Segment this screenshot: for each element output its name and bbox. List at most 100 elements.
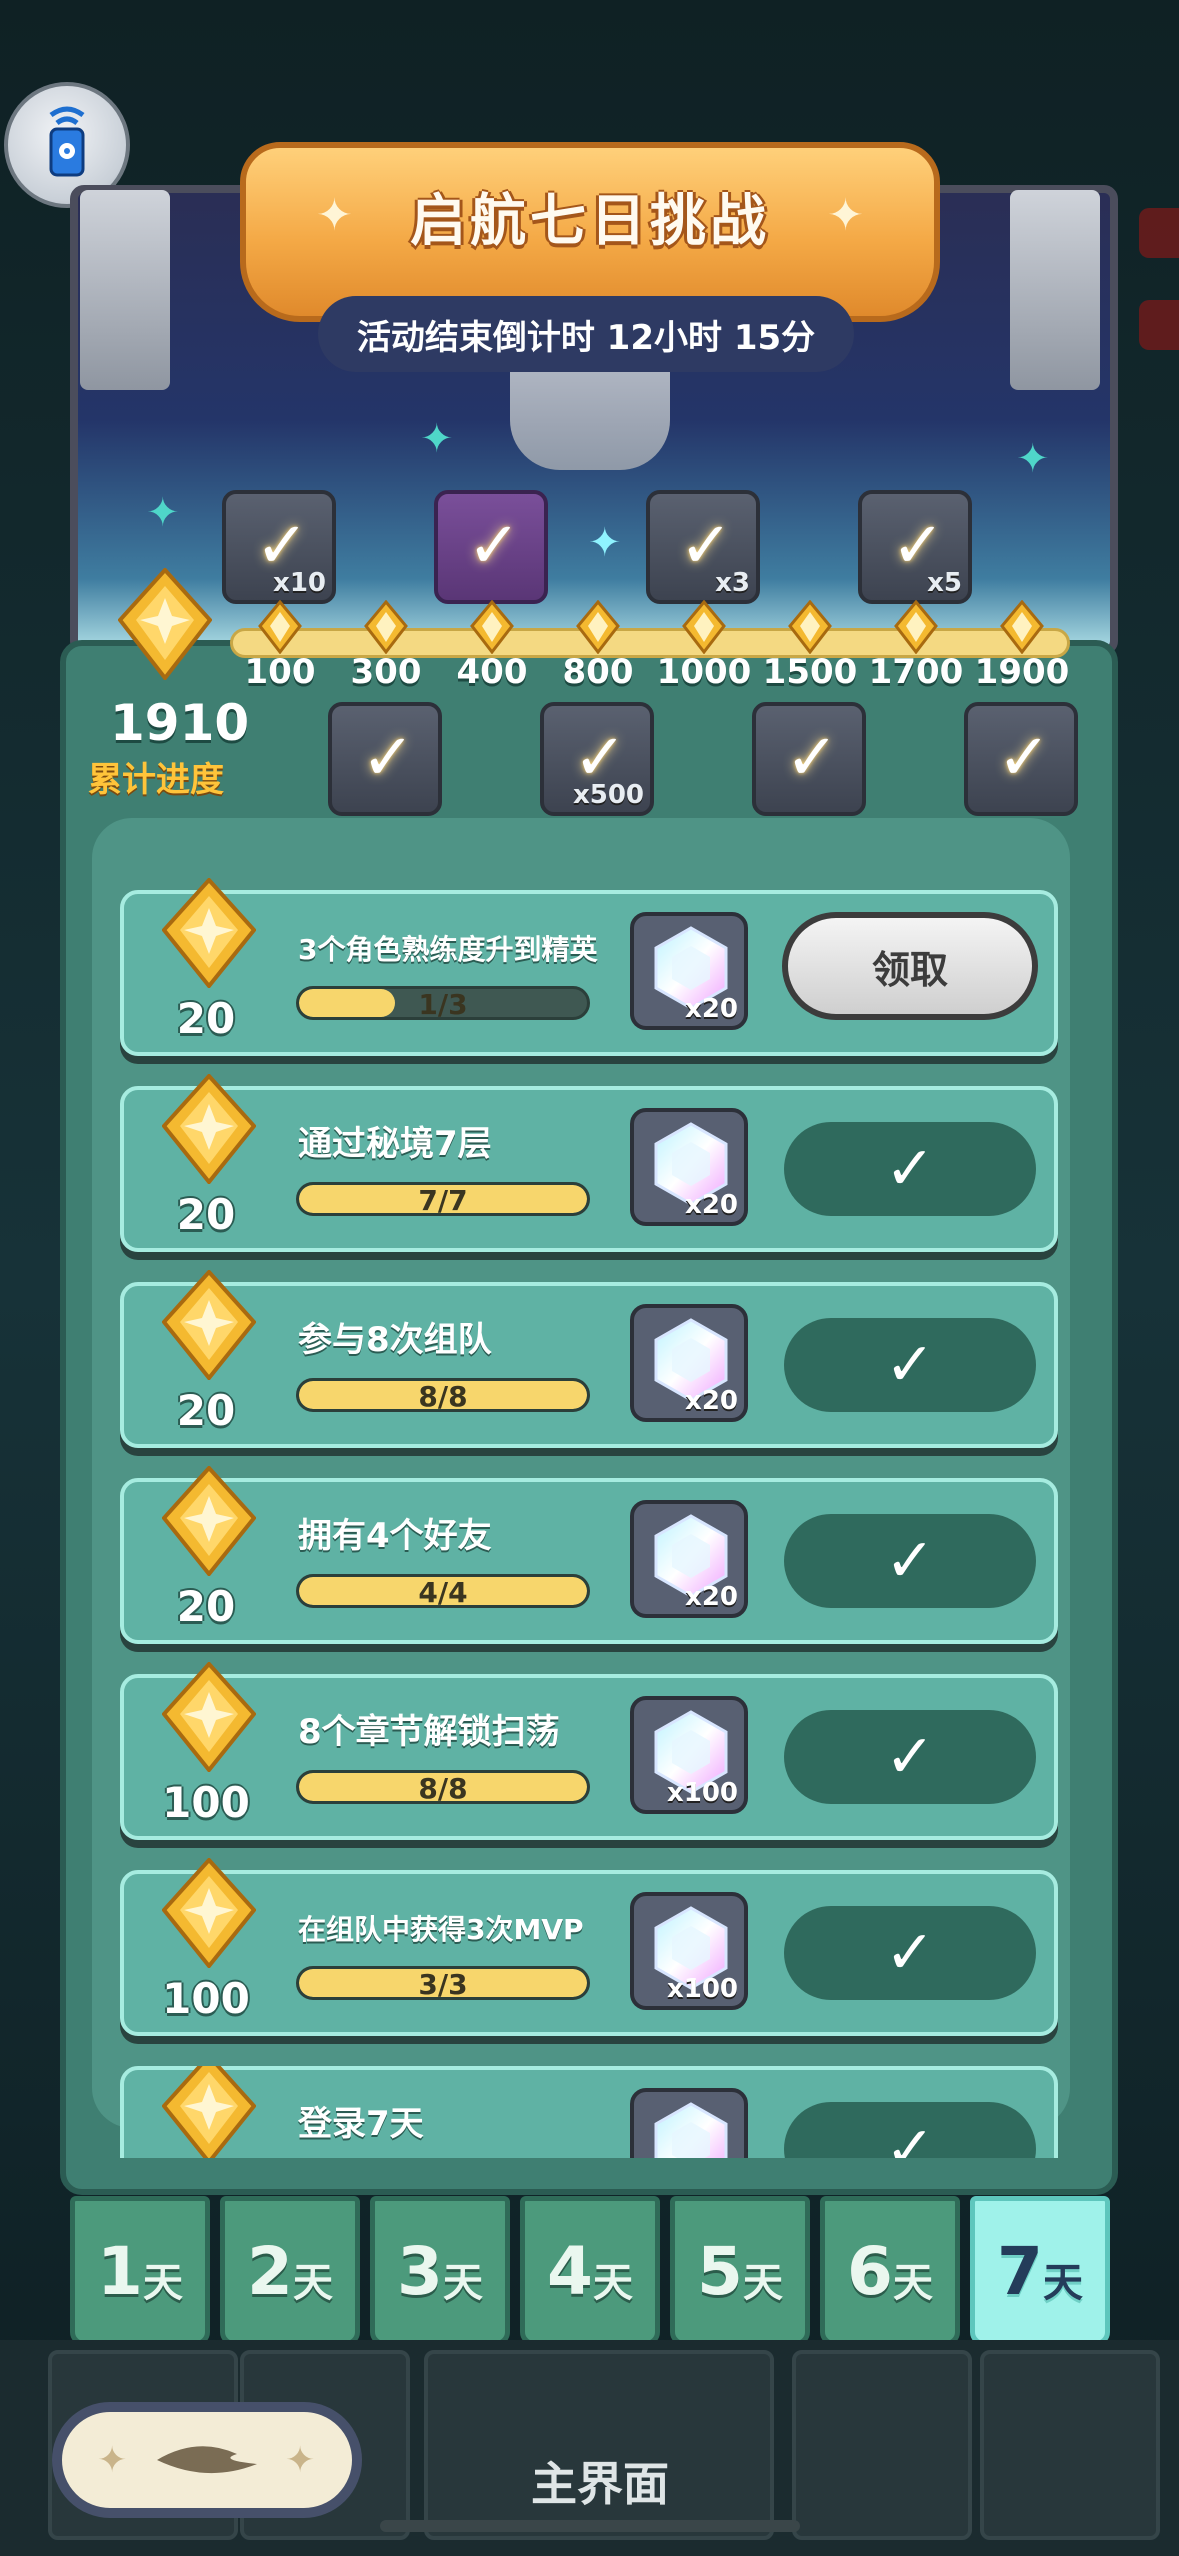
task-reward-item[interactable]: x20	[630, 1500, 748, 1618]
sparkle-icon: ✦	[420, 416, 454, 462]
completed-check-button: ✓	[784, 1906, 1036, 2000]
check-icon: ✓	[884, 1526, 936, 1596]
check-icon: ✓	[997, 721, 1051, 795]
task-description: 3个角色熟练度升到精英	[298, 933, 598, 966]
task-reward-item[interactable]: x100	[630, 1696, 748, 1814]
task-description: 登录7天	[298, 2104, 424, 2144]
sparkle-icon: ✦	[146, 490, 180, 536]
svg-text:✦: ✦	[97, 2440, 127, 2481]
milestone-gem-icon	[894, 600, 938, 654]
task-reward-item[interactable]: x20	[630, 1108, 748, 1226]
tab-day-5[interactable]: 5天	[670, 2196, 810, 2346]
points-gem-icon	[162, 878, 256, 988]
task-progress-bar: 4/4	[296, 1574, 590, 1608]
milestone-label: 400	[456, 652, 528, 692]
milestone-reward-1700[interactable]: ✓	[964, 702, 1078, 816]
milestone-reward-1900[interactable]: ✓ x5	[858, 490, 972, 604]
milestone-gem-icon	[258, 600, 302, 654]
task-progress-text: 4/4	[418, 1576, 468, 1608]
task-progress-text: 3/3	[418, 1968, 468, 2000]
stone-pillar-right	[1010, 190, 1100, 390]
task-progress-bar: 8/8	[296, 1378, 590, 1412]
total-progress-label: 累计进度	[88, 760, 224, 800]
check-icon: ✓	[785, 721, 839, 795]
milestone-gem-icon	[682, 600, 726, 654]
milestone-reward-300[interactable]: ✓ x10	[222, 490, 336, 604]
title-ribbon: ✦ 启航七日挑战 ✦	[240, 142, 940, 322]
milestone-label: 1000	[656, 652, 752, 692]
task-description: 拥有4个好友	[298, 1516, 492, 1556]
check-icon: ✓	[884, 1918, 936, 1988]
sparkle-icon: ✦	[1016, 436, 1050, 482]
task-row: 20 通过秘境7层 7/7 x20 ✓	[120, 1074, 1058, 1252]
sparkle-icon: ✦	[588, 520, 622, 566]
milestone-reward-100[interactable]: ✓	[328, 702, 442, 816]
task-progress-bar: 7/7	[296, 1182, 590, 1216]
side-alert-badge	[1139, 300, 1179, 350]
task-row: 100 在组队中获得3次MVP 3/3 x100 ✓	[120, 1858, 1058, 2036]
check-icon: ✓	[884, 1330, 936, 1400]
sparkle-icon: ✦	[827, 190, 864, 241]
points-gem-icon	[162, 1270, 256, 1380]
task-description: 8个章节解锁扫荡	[298, 1712, 560, 1752]
task-reward-item[interactable]: x20	[630, 1304, 748, 1422]
phone-wifi-icon	[49, 106, 85, 177]
task-description: 在组队中获得3次MVP	[298, 1913, 584, 1946]
tab-day-2[interactable]: 2天	[220, 2196, 360, 2346]
nav-main-label: 主界面	[531, 2457, 669, 2511]
tab-day-4[interactable]: 4天	[520, 2196, 660, 2346]
task-row: 20 3个角色熟练度升到精英 1/3 x20 领取	[120, 878, 1058, 1056]
points-gem-icon	[162, 1074, 256, 1184]
task-points: 20	[176, 994, 236, 1043]
milestone-label: 100	[244, 652, 316, 692]
task-progress-text: 8/8	[418, 1380, 468, 1412]
ornament-icon: ✦ ✦	[97, 2440, 315, 2481]
milestone-gem-icon	[1000, 600, 1044, 654]
side-alert-badge	[1139, 208, 1179, 258]
milestone-reward-400[interactable]: ✓	[434, 490, 548, 604]
milestone-reward-800[interactable]: ✓	[752, 702, 866, 816]
nav-slot-dungeon[interactable]	[792, 2350, 972, 2540]
menu-toggle-button[interactable]: ✦ ✦	[52, 2402, 362, 2518]
nav-slot-guild[interactable]	[980, 2350, 1160, 2540]
event-countdown: 活动结束倒计时 12小时 15分	[318, 296, 854, 372]
task-reward-item[interactable]: x20	[630, 912, 748, 1030]
task-points: 20	[176, 1582, 236, 1631]
milestone-gem-icon	[576, 600, 620, 654]
task-row: 100 8个章节解锁扫荡 8/8 x100 ✓	[120, 1662, 1058, 1840]
completed-check-button: ✓	[784, 1318, 1036, 1412]
task-points: 20	[176, 1386, 236, 1435]
total-progress-value: 1910	[110, 694, 250, 752]
points-gem-icon	[162, 1858, 256, 1968]
tab-day-1[interactable]: 1天	[70, 2196, 210, 2346]
check-icon: ✓	[884, 1134, 936, 1204]
milestone-label: 1500	[762, 652, 858, 692]
task-progress-text: 8/8	[418, 1772, 468, 1804]
tab-day-3[interactable]: 3天	[370, 2196, 510, 2346]
completed-check-button: ✓	[784, 1710, 1036, 1804]
task-progress-bar: 1/3	[296, 986, 590, 1020]
task-progress-bar: 8/8	[296, 1770, 590, 1804]
tab-day-6[interactable]: 6天	[820, 2196, 960, 2346]
task-reward-item[interactable]: x100	[630, 1892, 748, 2010]
completed-check-button: ✓	[784, 1122, 1036, 1216]
milestone-label: 1900	[974, 652, 1070, 692]
completed-check-button: ✓	[784, 1514, 1036, 1608]
total-progress-gem-icon	[118, 568, 212, 680]
stone-pillar-left	[80, 190, 170, 390]
task-points: 20	[176, 1190, 236, 1239]
task-row: 20 参与8次组队 8/8 x20 ✓	[120, 1270, 1058, 1448]
milestone-gem-icon	[364, 600, 408, 654]
task-points: 100	[162, 1778, 250, 1827]
task-description: 通过秘境7层	[298, 1124, 492, 1164]
milestone-gem-icon	[788, 600, 832, 654]
claim-button[interactable]: 领取	[782, 912, 1038, 1020]
task-progress-bar: 3/3	[296, 1966, 590, 2000]
tab-day-7[interactable]: 7天	[970, 2196, 1110, 2346]
milestone-gem-icon	[470, 600, 514, 654]
milestone-reward-1500[interactable]: ✓ x500	[540, 702, 654, 816]
check-icon: ✓	[361, 721, 415, 795]
points-gem-icon	[162, 1662, 256, 1772]
milestone-reward-1000[interactable]: ✓ x3	[646, 490, 760, 604]
points-gem-icon	[162, 1466, 256, 1576]
